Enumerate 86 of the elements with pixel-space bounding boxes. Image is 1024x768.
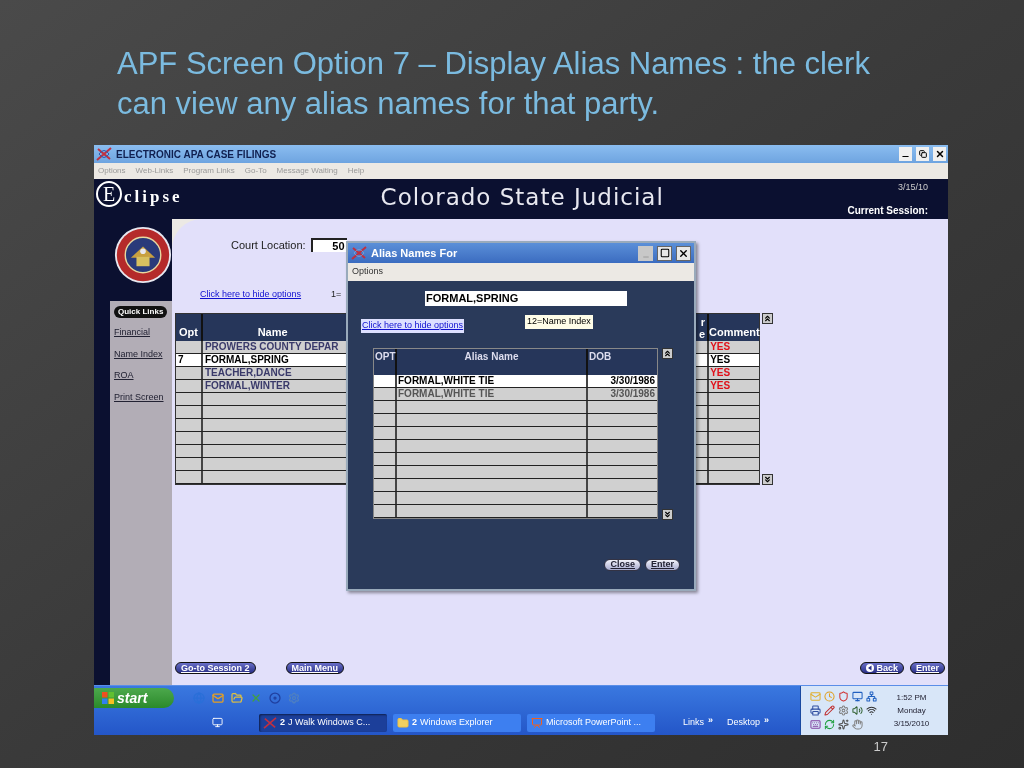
menu-item[interactable]: Options [352, 265, 384, 279]
nav-button[interactable]: Enter [910, 662, 945, 674]
table-cell: FORMAL,SPRING [204, 354, 289, 365]
folder-icon [397, 716, 409, 729]
court-location-field[interactable]: 50 [310, 238, 347, 252]
tray-icon[interactable] [865, 690, 877, 703]
option-hint: 12=Name Index [525, 315, 593, 329]
court-location-label: Court Location: [231, 237, 306, 253]
table-cell: 3/30/1986 [610, 374, 655, 386]
restore-button[interactable] [916, 147, 929, 161]
tray-icon[interactable] [865, 704, 877, 717]
table-cell: YES [710, 341, 731, 352]
tray-icon[interactable] [823, 704, 835, 717]
windows-flag-icon [102, 692, 114, 705]
column-header: DOB [588, 349, 613, 364]
folder-icon[interactable] [230, 691, 243, 705]
scroll-down-icon[interactable] [762, 474, 773, 485]
taskbar-button[interactable]: 2 Windows Explorer [393, 713, 521, 732]
clock-day: Monday [897, 704, 926, 717]
chevron-button[interactable]: » [764, 716, 770, 724]
nav-button[interactable]: Back [860, 662, 904, 674]
scroll-up-icon[interactable] [762, 313, 773, 324]
back-arrow-icon [866, 664, 875, 672]
slides-icon [531, 716, 543, 729]
option-hint: 1= [331, 288, 342, 302]
header-date: 3/15/10 [897, 181, 928, 194]
tray-icon[interactable] [851, 690, 863, 703]
hide-options-link[interactable]: Click here to hide options [361, 319, 465, 333]
hide-options-link[interactable]: Click here to hide options [200, 288, 302, 302]
nav-button[interactable]: Main Menu [285, 662, 344, 674]
tray-icon[interactable] [837, 690, 849, 703]
start-button[interactable]: start [94, 688, 174, 709]
table-cell: YES [710, 380, 731, 391]
quick-link[interactable]: Financial [114, 326, 164, 340]
maximize-button[interactable] [657, 245, 672, 261]
scroll-up-icon[interactable] [662, 347, 673, 359]
logo-text: clipse [124, 186, 183, 208]
table-cell: TEACHER,DANCE [204, 367, 292, 378]
quick-link[interactable]: Name Index [114, 347, 164, 361]
clock-date: 3/15/2010 [893, 718, 930, 730]
taskbar-button[interactable]: 2 J Walk Windows C... [259, 713, 387, 732]
column-header: Name [256, 324, 289, 340]
window-title: Alias Names For [371, 245, 458, 261]
table-cell: 7 [178, 354, 184, 365]
table-cell: FORMAL,WHITE TIE [398, 374, 495, 386]
desktop-icon[interactable] [211, 716, 223, 729]
tray-icon[interactable] [809, 704, 821, 717]
table-cell: FORMAL,WINTER [204, 380, 290, 391]
table-cell: YES [710, 354, 731, 365]
toolbar-label[interactable]: Desktop [727, 716, 761, 730]
logo-initial: E [96, 181, 122, 207]
close-button[interactable] [933, 147, 946, 161]
toolbar-label[interactable]: Links [683, 716, 704, 730]
maximize-icon [659, 248, 670, 258]
table-cell: 3/30/1986 [610, 387, 655, 399]
table-cell: YES [710, 367, 731, 378]
chevron-button[interactable]: » [708, 716, 714, 724]
dialog-button[interactable]: Close [604, 558, 641, 571]
name-field[interactable]: FORMAL,SPRING [425, 291, 627, 306]
app-icon [96, 147, 112, 161]
slide-title: APF Screen Option 7 – Display Alias Names : the clerk can view any alias names for that party. [117, 45, 871, 123]
slide-number: 17 [873, 738, 888, 756]
window-title: ELECTRONIC APA CASE FILINGS [116, 147, 277, 162]
quick-link[interactable]: Print Screen [114, 390, 164, 404]
restore-icon [918, 150, 927, 158]
clock-time[interactable]: 1:52 PM [896, 691, 927, 704]
header-title: Colorado State Judicial [380, 183, 664, 212]
close-icon [678, 247, 689, 259]
tray-icon[interactable] [851, 704, 863, 717]
nav-button[interactable]: Go-to Session 2 [175, 662, 256, 674]
app-icon [263, 716, 277, 729]
quick-link[interactable]: ROA [114, 369, 164, 383]
dialog-button[interactable]: Enter [645, 558, 680, 571]
table-cell: PROWERS COUNTY DEPAR [204, 341, 339, 352]
session-label: Current Session: [847, 203, 928, 218]
close-icon [934, 149, 945, 159]
app-icon [351, 246, 367, 260]
close-button[interactable] [676, 245, 691, 261]
scroll-down-icon[interactable] [662, 508, 673, 520]
table-cell: FORMAL,WHITE TIE [398, 387, 495, 399]
column-header: Comment [709, 324, 759, 340]
taskbar-button[interactable]: Microsoft PowerPoint ... [527, 713, 655, 732]
minimize-button[interactable] [899, 147, 912, 161]
tray-icon[interactable] [809, 718, 821, 731]
tray-icon[interactable] [837, 718, 849, 731]
quick-links-title: Quick Links [114, 306, 168, 318]
